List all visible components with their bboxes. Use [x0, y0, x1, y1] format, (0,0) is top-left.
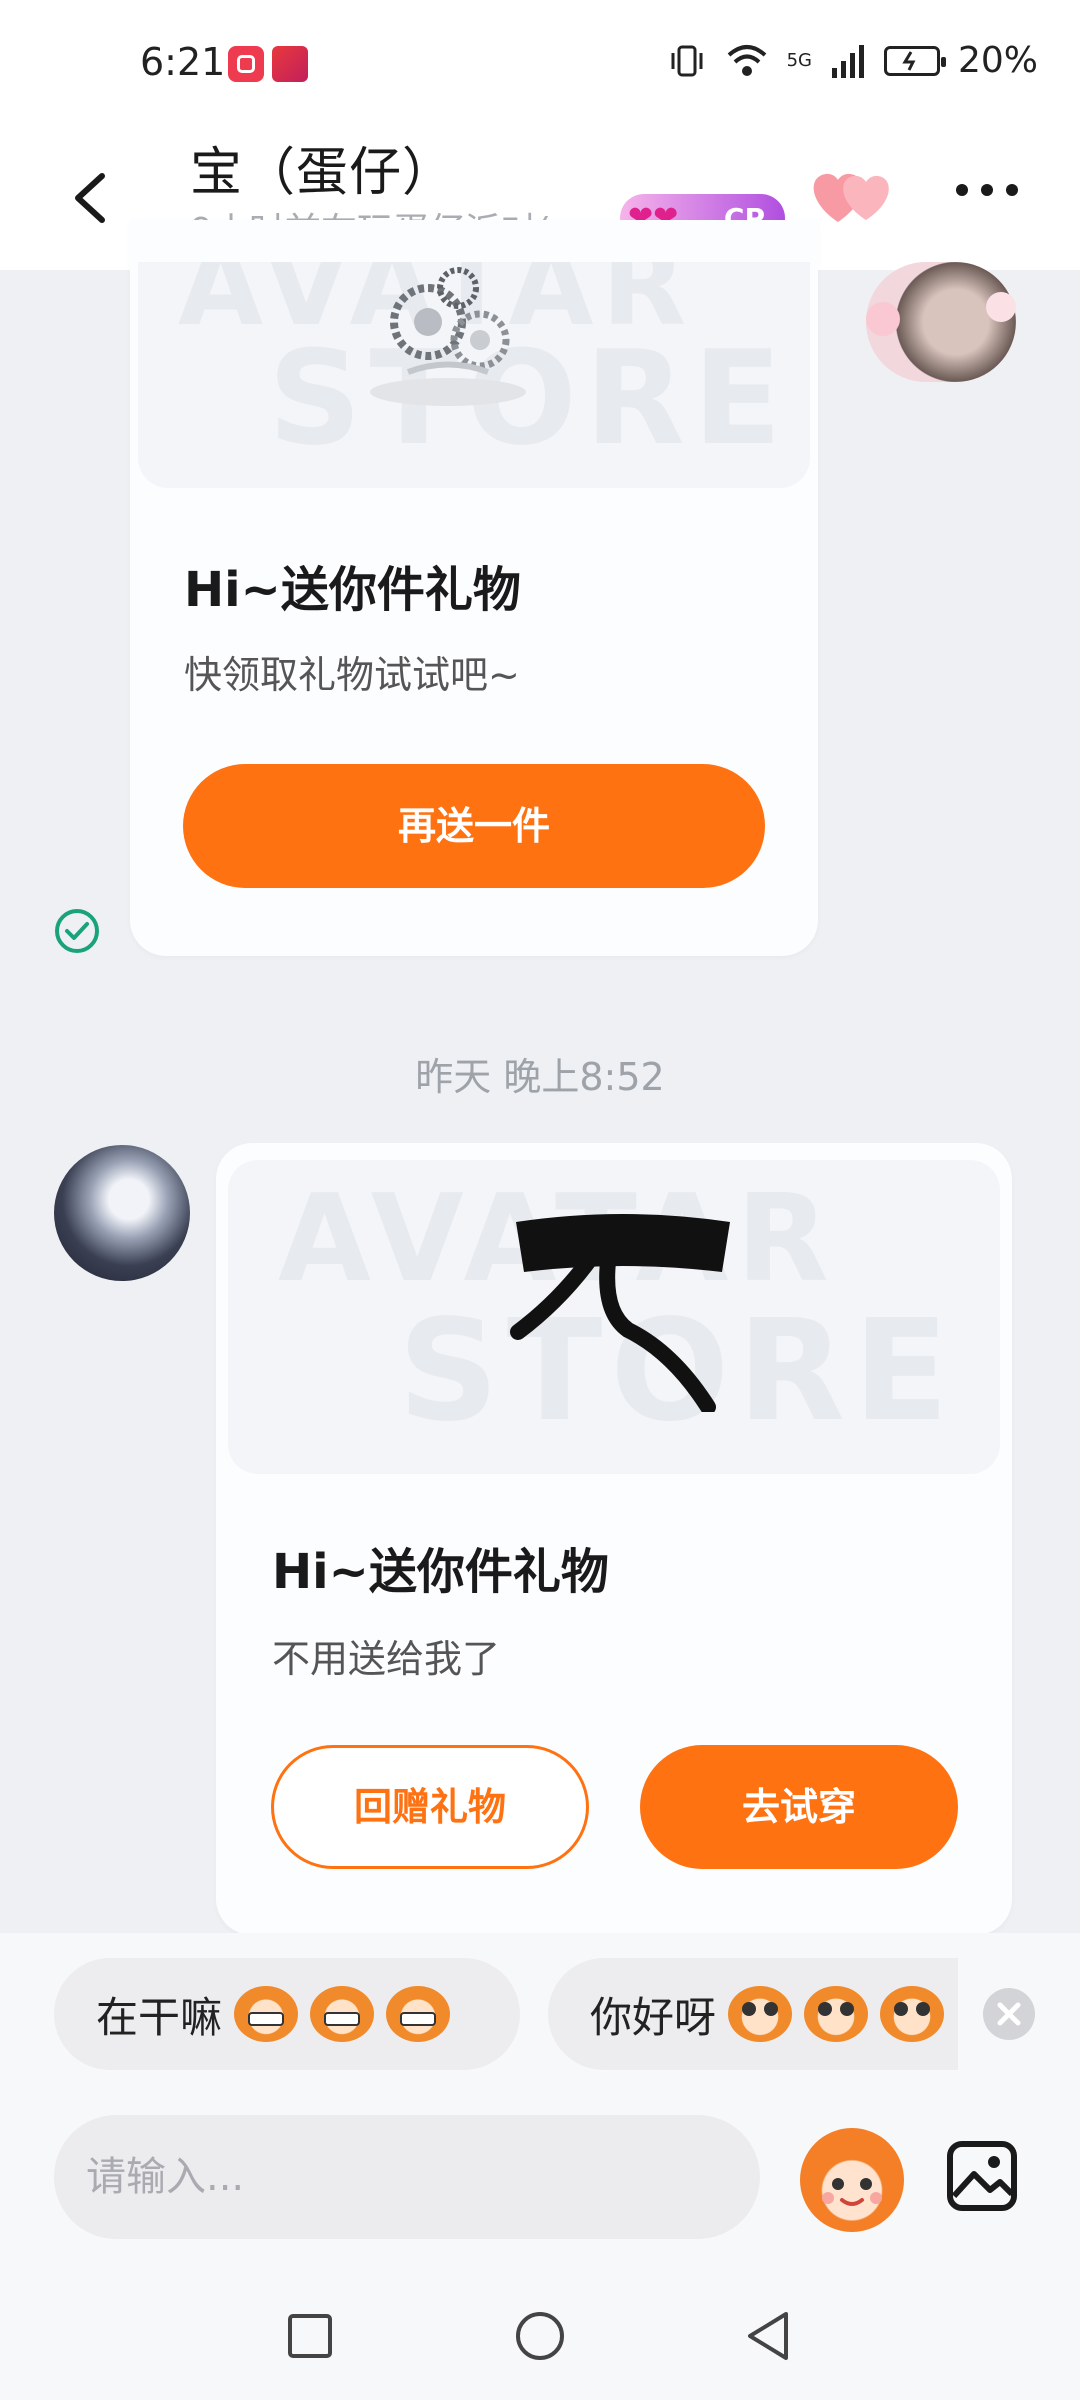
system-nav-bar	[0, 2280, 1080, 2400]
wide-eyed-mascot-icon	[728, 1986, 793, 2042]
chevron-left-icon[interactable]	[62, 168, 122, 228]
check-circle-icon	[55, 909, 99, 953]
return-gift-button[interactable]: 回赠礼物	[271, 1745, 589, 1869]
gift-card-title: Hi~送你件礼物	[184, 562, 521, 618]
try-on-button[interactable]: 去试穿	[640, 1745, 958, 1869]
self-avatar[interactable]	[866, 262, 1016, 382]
gift-image-gear[interactable]: AVATAR STORE	[138, 262, 810, 488]
signal-icon	[831, 44, 864, 78]
notification-game-icon	[272, 46, 308, 82]
watermark-store: STORE	[268, 322, 790, 474]
close-icon[interactable]	[983, 1988, 1035, 2040]
hearts-icon[interactable]	[808, 162, 898, 232]
grin-mascot-icon	[386, 1986, 451, 2042]
quick-reply-chip[interactable]: 在干嘛	[54, 1958, 520, 2070]
wide-eyed-mascot-icon	[804, 1986, 869, 2042]
back-nav-icon[interactable]	[744, 2310, 794, 2362]
vibrate-icon	[671, 45, 703, 76]
headband-accessory-icon	[510, 1214, 730, 1412]
send-another-button[interactable]: 再送一件	[183, 764, 765, 888]
gift-card-title: Hi~送你件礼物	[272, 1544, 609, 1600]
recents-icon[interactable]	[286, 2312, 334, 2360]
gift-card-description: 快领取礼物试试吧~	[184, 653, 520, 697]
status-bar: 6:21 5G 20%	[0, 0, 1080, 130]
message-input[interactable]: 请输入...	[54, 2115, 760, 2239]
chat-title: 宝（蛋仔）	[190, 143, 456, 203]
quick-reply-label: 在干嘛	[96, 1992, 223, 2042]
gear-accessory-icon	[370, 267, 526, 406]
home-icon[interactable]	[514, 2310, 566, 2362]
status-right: 5G 20%	[667, 40, 1038, 81]
grin-mascot-icon	[310, 1986, 375, 2042]
gift-image-headband[interactable]: AVATAR STORE	[228, 1160, 1000, 1474]
quick-reply-label: 你好呀	[590, 1992, 717, 2042]
wide-eyed-mascot-icon	[880, 1986, 945, 2042]
notification-app-icon	[228, 46, 264, 82]
status-time: 6:21	[140, 40, 226, 84]
wifi-icon	[727, 44, 766, 76]
more-icon[interactable]	[952, 170, 1022, 210]
battery-percent: 20%	[957, 40, 1038, 81]
image-icon[interactable]	[946, 2140, 1018, 2212]
battery-icon	[883, 45, 946, 76]
message-timestamp: 昨天 晚上8:52	[415, 1055, 665, 1099]
gift-card-description: 不用送给我了	[272, 1637, 501, 1681]
emoji-mascot-icon[interactable]	[800, 2128, 904, 2232]
contact-avatar[interactable]	[54, 1145, 190, 1281]
quick-reply-chip[interactable]: 你好呀	[548, 1958, 958, 2070]
network-type: 5G	[786, 50, 812, 71]
grin-mascot-icon	[234, 1986, 299, 2042]
